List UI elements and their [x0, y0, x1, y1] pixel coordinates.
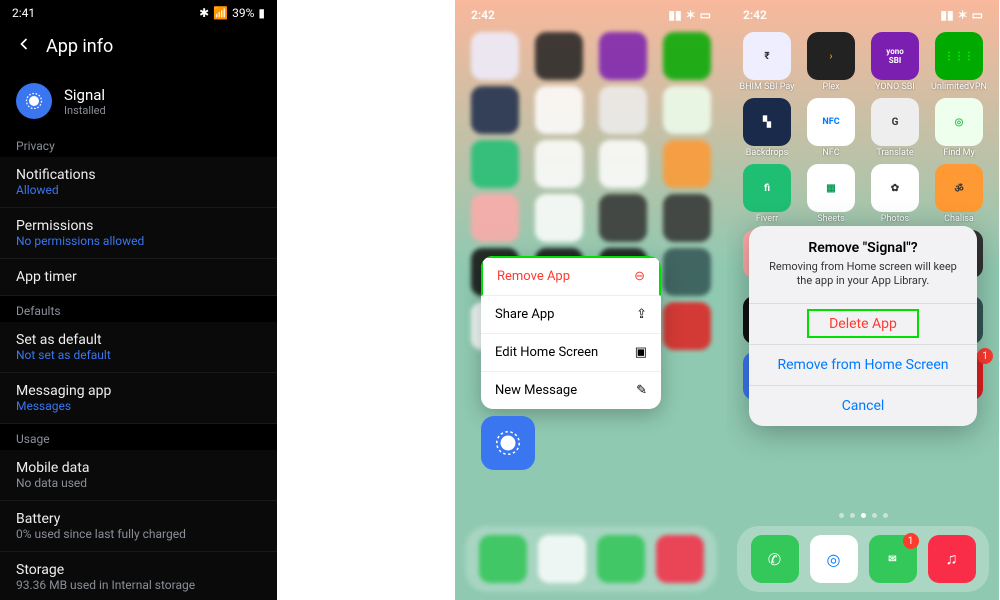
permissions-row[interactable]: Permissions No permissions allowed: [0, 208, 277, 259]
app-findmy[interactable]: ◎Find My: [929, 98, 989, 158]
share-icon: ⇪: [636, 307, 647, 322]
ios-status-bar: 2:42 ▮▮ ✶ ▭: [455, 0, 727, 26]
alert-message: Removing from Home screen will keep the …: [767, 260, 959, 289]
defaults-section-label: Defaults: [0, 296, 277, 322]
context-app-icon[interactable]: [481, 416, 535, 470]
cancel-button[interactable]: Cancel: [749, 385, 977, 426]
dock-safari[interactable]: ◎: [810, 535, 858, 583]
apps-icon: ▣: [635, 345, 647, 360]
ios-delete-alert-screen: 2:42 ▮▮ ✶ ▭ ₹BHIM SBI Pay ›Plex yonoSBIY…: [727, 0, 999, 600]
notifications-row[interactable]: Notifications Allowed: [0, 157, 277, 208]
battery-row[interactable]: Battery 0% used since last fully charged: [0, 501, 277, 552]
android-app-info-screen: 2:41 ✱ 📶 39% ▮ App info Signal Installed…: [0, 0, 277, 600]
badge: 1: [903, 533, 919, 549]
share-app-item[interactable]: Share App ⇪: [481, 296, 661, 334]
highlight-box: [807, 309, 919, 338]
dock: ✆ ◎ ✉1 ♫: [737, 526, 989, 592]
signal-app-icon: [16, 83, 52, 119]
app-nfc[interactable]: NFCNFC: [801, 98, 861, 158]
minus-circle-icon: ⊖: [634, 269, 645, 284]
storage-row[interactable]: Storage 93.36 MB used in Internal storag…: [0, 552, 277, 600]
badge: 1: [977, 348, 993, 364]
edit-home-screen-item[interactable]: Edit Home Screen ▣: [481, 334, 661, 372]
dock-music[interactable]: ♫: [928, 535, 976, 583]
usage-section-label: Usage: [0, 424, 277, 450]
bluetooth-icon: ✱: [199, 6, 209, 20]
app-header: Signal Installed: [0, 71, 277, 131]
dock-phone[interactable]: ✆: [751, 535, 799, 583]
ios-status-bar: 2:42 ▮▮ ✶ ▭: [727, 0, 999, 26]
wifi-icon: ✶: [686, 8, 696, 22]
page-title: App info: [46, 36, 113, 57]
compose-icon: ✎: [636, 383, 647, 398]
app-name: Signal: [64, 86, 106, 104]
titlebar: App info: [0, 26, 277, 71]
dock-blurred: [465, 526, 717, 592]
remove-app-item[interactable]: Remove App ⊖: [481, 256, 661, 296]
status-icons: ✱ 📶 39% ▮: [199, 6, 265, 20]
battery-icon: ▭: [972, 8, 983, 22]
back-icon[interactable]: [14, 34, 34, 59]
gap: [277, 0, 455, 600]
mobile-data-row[interactable]: Mobile data No data used: [0, 450, 277, 501]
wifi-icon: ✶: [958, 8, 968, 22]
messaging-app-row[interactable]: Messaging app Messages: [0, 373, 277, 424]
app-vpn[interactable]: ⋮⋮⋮UnlimitedVPN: [929, 32, 989, 92]
app-translate[interactable]: GTranslate: [865, 98, 925, 158]
battery-icon: ▮: [258, 6, 265, 20]
app-timer-row[interactable]: App timer: [0, 259, 277, 296]
status-time: 2:42: [743, 8, 767, 22]
battery-icon: ▭: [700, 8, 711, 22]
status-time: 2:41: [12, 6, 35, 20]
status-icons: ▮▮ ✶ ▭: [668, 8, 711, 22]
app-chalisa[interactable]: ॐChalisa: [929, 164, 989, 224]
app-fiverr[interactable]: fiFiverr: [737, 164, 797, 224]
volte-icon: 📶: [213, 6, 228, 20]
status-time: 2:42: [471, 8, 495, 22]
app-plex[interactable]: ›Plex: [801, 32, 861, 92]
remove-from-home-button[interactable]: Remove from Home Screen: [749, 344, 977, 385]
app-state: Installed: [64, 104, 106, 117]
remove-app-alert: Remove "Signal"? Removing from Home scre…: [749, 226, 977, 426]
app-context-menu: Remove App ⊖ Share App ⇪ Edit Home Scree…: [481, 256, 661, 409]
signal-icon: ▮▮: [668, 8, 681, 22]
status-icons: ▮▮ ✶ ▭: [940, 8, 983, 22]
app-yono[interactable]: yonoSBIYONO SBI: [865, 32, 925, 92]
new-message-item[interactable]: New Message ✎: [481, 372, 661, 409]
battery-text: 39%: [232, 6, 254, 20]
android-status-bar: 2:41 ✱ 📶 39% ▮: [0, 0, 277, 26]
page-indicator[interactable]: [727, 513, 999, 518]
app-bhim[interactable]: ₹BHIM SBI Pay: [737, 32, 797, 92]
ios-context-menu-screen: 2:42 ▮▮ ✶ ▭ Remove App ⊖ Share App ⇪ Edi…: [455, 0, 727, 600]
set-as-default-row[interactable]: Set as default Not set as default: [0, 322, 277, 373]
privacy-section-label: Privacy: [0, 131, 277, 157]
app-photos[interactable]: ✿Photos: [865, 164, 925, 224]
app-sheets[interactable]: ▦Sheets: [801, 164, 861, 224]
signal-icon: ▮▮: [940, 8, 953, 22]
app-backdrops[interactable]: ▚Backdrops: [737, 98, 797, 158]
alert-title: Remove "Signal"?: [767, 240, 959, 256]
